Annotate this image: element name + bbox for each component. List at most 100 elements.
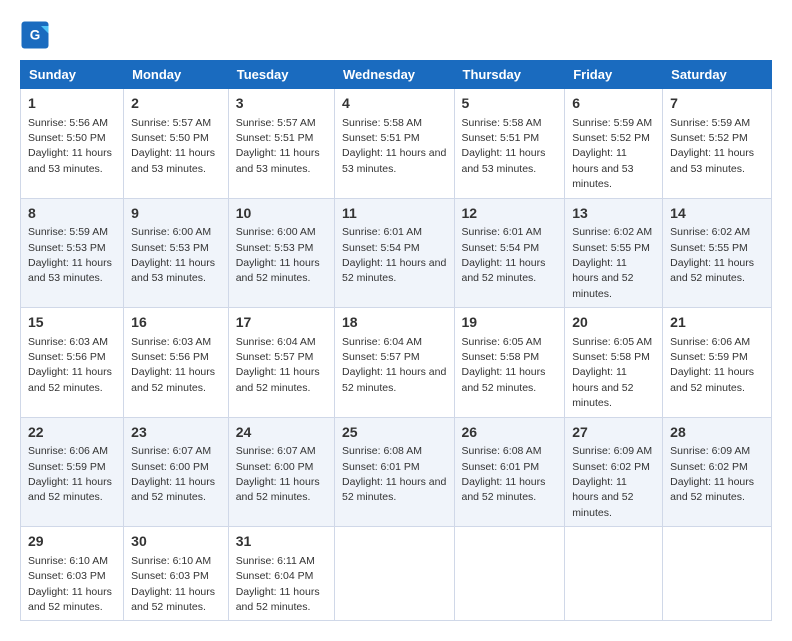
- day-daylight: Daylight: 11 hours and 52 minutes.: [131, 476, 215, 503]
- day-number: 5: [462, 94, 558, 114]
- day-daylight: Daylight: 11 hours and 52 minutes.: [236, 586, 320, 613]
- day-daylight: Daylight: 11 hours and 52 minutes.: [342, 257, 446, 284]
- day-cell-13: 13 Sunrise: 6:02 AM Sunset: 5:55 PM Dayl…: [565, 198, 663, 308]
- day-sunset: Sunset: 6:03 PM: [131, 570, 209, 582]
- day-cell-20: 20 Sunrise: 6:05 AM Sunset: 5:58 PM Dayl…: [565, 308, 663, 418]
- day-daylight: Daylight: 11 hours and 53 minutes.: [236, 147, 320, 174]
- calendar-table: SundayMondayTuesdayWednesdayThursdayFrid…: [20, 60, 772, 621]
- day-daylight: Daylight: 11 hours and 53 minutes.: [342, 147, 446, 174]
- day-sunset: Sunset: 5:50 PM: [131, 132, 209, 144]
- day-sunrise: Sunrise: 6:03 AM: [28, 336, 108, 348]
- day-sunrise: Sunrise: 6:06 AM: [670, 336, 750, 348]
- day-sunrise: Sunrise: 6:06 AM: [28, 445, 108, 457]
- day-sunset: Sunset: 5:51 PM: [236, 132, 314, 144]
- day-sunset: Sunset: 5:53 PM: [236, 242, 314, 254]
- day-sunset: Sunset: 6:04 PM: [236, 570, 314, 582]
- header-sunday: Sunday: [21, 61, 124, 89]
- day-daylight: Daylight: 11 hours and 52 minutes.: [572, 257, 633, 300]
- day-sunset: Sunset: 6:00 PM: [131, 461, 209, 473]
- day-daylight: Daylight: 11 hours and 52 minutes.: [670, 257, 754, 284]
- day-sunset: Sunset: 6:02 PM: [670, 461, 748, 473]
- day-daylight: Daylight: 11 hours and 53 minutes.: [462, 147, 546, 174]
- day-sunset: Sunset: 5:53 PM: [131, 242, 209, 254]
- day-number: 22: [28, 423, 116, 443]
- day-daylight: Daylight: 11 hours and 52 minutes.: [131, 366, 215, 393]
- day-daylight: Daylight: 11 hours and 52 minutes.: [572, 366, 633, 409]
- day-number: 19: [462, 313, 558, 333]
- day-cell-4: 4 Sunrise: 5:58 AM Sunset: 5:51 PM Dayli…: [335, 89, 454, 199]
- day-daylight: Daylight: 11 hours and 52 minutes.: [342, 476, 446, 503]
- day-sunset: Sunset: 5:54 PM: [342, 242, 420, 254]
- day-daylight: Daylight: 11 hours and 52 minutes.: [342, 366, 446, 393]
- day-daylight: Daylight: 11 hours and 52 minutes.: [28, 586, 112, 613]
- day-daylight: Daylight: 11 hours and 53 minutes.: [28, 257, 112, 284]
- empty-cell: [565, 527, 663, 621]
- day-sunset: Sunset: 5:55 PM: [670, 242, 748, 254]
- day-daylight: Daylight: 11 hours and 53 minutes.: [28, 147, 112, 174]
- header-thursday: Thursday: [454, 61, 565, 89]
- day-sunrise: Sunrise: 6:03 AM: [131, 336, 211, 348]
- day-daylight: Daylight: 11 hours and 52 minutes.: [236, 257, 320, 284]
- day-daylight: Daylight: 11 hours and 52 minutes.: [572, 476, 633, 519]
- day-daylight: Daylight: 11 hours and 52 minutes.: [28, 476, 112, 503]
- logo: G: [20, 20, 54, 50]
- page-header: G: [20, 20, 772, 50]
- empty-cell: [663, 527, 772, 621]
- day-cell-28: 28 Sunrise: 6:09 AM Sunset: 6:02 PM Dayl…: [663, 417, 772, 527]
- calendar-week-3: 15 Sunrise: 6:03 AM Sunset: 5:56 PM Dayl…: [21, 308, 772, 418]
- day-sunset: Sunset: 5:59 PM: [670, 351, 748, 363]
- day-number: 24: [236, 423, 327, 443]
- calendar-week-2: 8 Sunrise: 5:59 AM Sunset: 5:53 PM Dayli…: [21, 198, 772, 308]
- day-daylight: Daylight: 11 hours and 53 minutes.: [670, 147, 754, 174]
- day-number: 8: [28, 204, 116, 224]
- day-number: 10: [236, 204, 327, 224]
- day-sunset: Sunset: 5:51 PM: [462, 132, 540, 144]
- day-number: 27: [572, 423, 655, 443]
- day-sunrise: Sunrise: 6:09 AM: [670, 445, 750, 457]
- day-sunset: Sunset: 5:54 PM: [462, 242, 540, 254]
- day-sunset: Sunset: 6:01 PM: [342, 461, 420, 473]
- day-cell-18: 18 Sunrise: 6:04 AM Sunset: 5:57 PM Dayl…: [335, 308, 454, 418]
- day-number: 23: [131, 423, 221, 443]
- day-sunrise: Sunrise: 6:10 AM: [28, 555, 108, 567]
- day-cell-19: 19 Sunrise: 6:05 AM Sunset: 5:58 PM Dayl…: [454, 308, 565, 418]
- day-cell-7: 7 Sunrise: 5:59 AM Sunset: 5:52 PM Dayli…: [663, 89, 772, 199]
- logo-icon: G: [20, 20, 50, 50]
- day-sunrise: Sunrise: 6:01 AM: [342, 226, 422, 238]
- day-sunset: Sunset: 6:02 PM: [572, 461, 650, 473]
- day-cell-8: 8 Sunrise: 5:59 AM Sunset: 5:53 PM Dayli…: [21, 198, 124, 308]
- day-sunset: Sunset: 5:50 PM: [28, 132, 106, 144]
- empty-cell: [335, 527, 454, 621]
- day-number: 14: [670, 204, 764, 224]
- day-sunset: Sunset: 5:52 PM: [670, 132, 748, 144]
- day-number: 31: [236, 532, 327, 552]
- day-number: 29: [28, 532, 116, 552]
- day-sunrise: Sunrise: 5:57 AM: [131, 117, 211, 129]
- day-daylight: Daylight: 11 hours and 52 minutes.: [670, 366, 754, 393]
- day-cell-25: 25 Sunrise: 6:08 AM Sunset: 6:01 PM Dayl…: [335, 417, 454, 527]
- day-sunset: Sunset: 5:51 PM: [342, 132, 420, 144]
- day-sunrise: Sunrise: 5:59 AM: [670, 117, 750, 129]
- day-daylight: Daylight: 11 hours and 53 minutes.: [572, 147, 633, 190]
- day-daylight: Daylight: 11 hours and 52 minutes.: [236, 366, 320, 393]
- day-cell-1: 1 Sunrise: 5:56 AM Sunset: 5:50 PM Dayli…: [21, 89, 124, 199]
- day-daylight: Daylight: 11 hours and 52 minutes.: [28, 366, 112, 393]
- day-daylight: Daylight: 11 hours and 52 minutes.: [462, 366, 546, 393]
- day-sunset: Sunset: 5:57 PM: [236, 351, 314, 363]
- day-daylight: Daylight: 11 hours and 52 minutes.: [131, 586, 215, 613]
- day-cell-24: 24 Sunrise: 6:07 AM Sunset: 6:00 PM Dayl…: [228, 417, 334, 527]
- day-sunset: Sunset: 5:58 PM: [572, 351, 650, 363]
- day-cell-15: 15 Sunrise: 6:03 AM Sunset: 5:56 PM Dayl…: [21, 308, 124, 418]
- day-sunset: Sunset: 6:03 PM: [28, 570, 106, 582]
- calendar-week-5: 29 Sunrise: 6:10 AM Sunset: 6:03 PM Dayl…: [21, 527, 772, 621]
- day-cell-26: 26 Sunrise: 6:08 AM Sunset: 6:01 PM Dayl…: [454, 417, 565, 527]
- day-number: 9: [131, 204, 221, 224]
- day-cell-12: 12 Sunrise: 6:01 AM Sunset: 5:54 PM Dayl…: [454, 198, 565, 308]
- header-wednesday: Wednesday: [335, 61, 454, 89]
- day-cell-31: 31 Sunrise: 6:11 AM Sunset: 6:04 PM Dayl…: [228, 527, 334, 621]
- day-sunrise: Sunrise: 6:02 AM: [670, 226, 750, 238]
- day-sunrise: Sunrise: 6:04 AM: [342, 336, 422, 348]
- day-sunset: Sunset: 5:55 PM: [572, 242, 650, 254]
- day-number: 15: [28, 313, 116, 333]
- day-sunset: Sunset: 5:52 PM: [572, 132, 650, 144]
